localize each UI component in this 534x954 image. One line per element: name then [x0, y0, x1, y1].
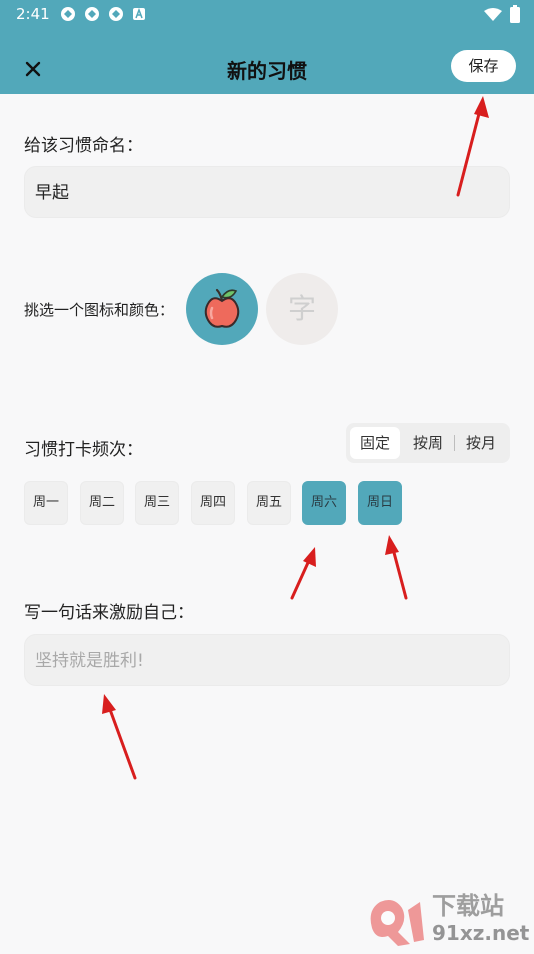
arrow-to-motto-head [102, 694, 116, 714]
mode-divider [454, 435, 455, 451]
frequency-label: 习惯打卡频次： [24, 440, 143, 460]
mode-fixed-tab[interactable]: 固定 [350, 427, 400, 459]
day-thursday[interactable]: 周四 [191, 481, 235, 525]
app-notification-icon [60, 6, 76, 22]
frequency-mode-selector: 固定 按周 按月 [346, 423, 510, 463]
day-friday[interactable]: 周五 [247, 481, 291, 525]
status-bar: 2:41 [0, 0, 534, 28]
motto-label: 写一句话来激励自己： [24, 603, 194, 623]
habit-name-input[interactable]: 早起 [24, 166, 510, 218]
watermark-brand: 下载站 [432, 892, 504, 920]
day-sunday[interactable]: 周日 [358, 481, 402, 525]
battery-icon [510, 5, 520, 27]
arrow-to-saturday [290, 554, 313, 600]
status-time: 2:41 [16, 5, 50, 23]
app-notification-icon [84, 6, 100, 22]
apple-icon [204, 288, 240, 328]
save-button[interactable]: 保存 [451, 50, 516, 82]
a-notification-icon [132, 6, 148, 22]
arrow-to-saturday-head [303, 547, 316, 567]
mode-weekly-tab[interactable]: 按周 [404, 427, 452, 459]
character-icon-option[interactable]: 字 [266, 273, 338, 345]
arrow-to-motto [106, 702, 137, 780]
wifi-icon [484, 7, 502, 26]
watermark-logo: 下载站 91xz.net [362, 880, 534, 950]
name-label: 给该习惯命名： [24, 136, 143, 156]
day-monday[interactable]: 周一 [24, 481, 68, 525]
arrow-to-sunday [390, 543, 408, 600]
icon-color-label: 挑选一个图标和颜色： [24, 301, 175, 319]
day-wednesday[interactable]: 周三 [135, 481, 179, 525]
arrow-to-save-head [474, 96, 489, 118]
app-bar: 新的习惯 保存 [0, 28, 534, 94]
apple-icon-option[interactable] [186, 273, 258, 345]
mode-monthly-tab[interactable]: 按月 [456, 427, 506, 459]
motto-input[interactable]: 坚持就是胜利! [24, 634, 510, 686]
day-saturday[interactable]: 周六 [302, 481, 346, 525]
app-notification-icon [108, 6, 124, 22]
arrow-to-sunday-head [385, 535, 399, 555]
day-tuesday[interactable]: 周二 [80, 481, 124, 525]
watermark-site: 91xz.net [432, 921, 530, 945]
